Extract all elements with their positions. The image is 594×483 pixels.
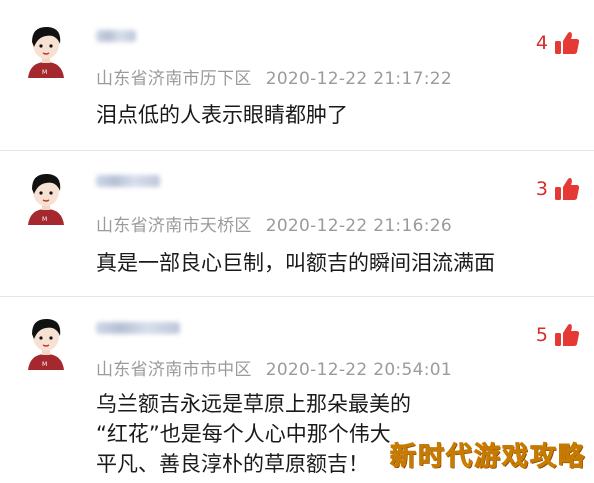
comment-location: 山东省济南市市中区	[96, 360, 252, 380]
like-button[interactable]: 4	[536, 30, 580, 56]
comment-text-line: 泪点低的人表示眼睛都肿了	[96, 103, 348, 127]
comment-timestamp: 2020-12-22 21:16:26	[265, 216, 452, 236]
comment-text-line: “红花”也是每个人心中那个伟大	[96, 422, 391, 446]
comment-meta: 山东省济南市历下区 2020-12-22 21:17:22	[96, 64, 452, 89]
comment-location: 山东省济南市历下区	[96, 69, 252, 89]
comment-meta: 山东省济南市天桥区 2020-12-22 21:16:26	[96, 211, 452, 236]
comment-text: 真是一部良心巨制，叫额吉的瞬间泪流满面	[96, 248, 495, 278]
avatar-icon: M	[28, 26, 64, 78]
comment-text-line: 平凡、善良淳朴的草原额吉！	[96, 452, 369, 476]
like-button[interactable]: 3	[536, 176, 580, 202]
svg-text:M: M	[42, 361, 47, 368]
comment-text-line: 乌兰额吉永远是草原上那朵最美的	[96, 392, 411, 416]
like-count: 5	[535, 324, 548, 346]
comment-location: 山东省济南市天桥区	[96, 216, 252, 236]
username-blurred[interactable]	[96, 322, 180, 334]
comment-text: 泪点低的人表示眼睛都肿了	[96, 100, 348, 130]
like-count: 4	[535, 32, 548, 54]
comment-item: M 4 山东省济南市历下区 2020-12-22 21:17:22 泪点低的人表示…	[0, 0, 594, 150]
avatar-icon: M	[28, 318, 64, 370]
comment-meta: 山东省济南市市中区 2020-12-22 20:54:01	[96, 355, 452, 380]
watermark: 新时代游戏攻略	[389, 442, 586, 473]
thumbs-up-icon	[555, 178, 580, 200]
svg-text:M: M	[42, 216, 47, 223]
avatar[interactable]: M	[22, 169, 70, 225]
thumbs-up-icon	[555, 32, 580, 54]
svg-text:M: M	[42, 69, 47, 76]
username-blurred[interactable]	[96, 175, 160, 187]
username-blurred[interactable]	[96, 30, 136, 42]
comment-item: M 3 山东省济南市天桥区 2020-12-22 21:16:26 真是一部良心巨…	[0, 151, 594, 296]
like-count: 3	[535, 178, 548, 200]
like-button[interactable]: 5	[536, 322, 580, 348]
comment-text: 乌兰额吉永远是草原上那朵最美的 “红花”也是每个人心中那个伟大 平凡、善良淳朴的…	[96, 389, 411, 479]
avatar-icon: M	[28, 173, 64, 225]
comment-timestamp: 2020-12-22 21:17:22	[265, 69, 452, 89]
avatar[interactable]: M	[22, 22, 70, 78]
comment-timestamp: 2020-12-22 20:54:01	[265, 360, 452, 380]
comment-text-line: 真是一部良心巨制，叫额吉的瞬间泪流满面	[96, 251, 495, 275]
avatar[interactable]: M	[22, 314, 70, 370]
thumbs-up-icon	[555, 324, 580, 346]
